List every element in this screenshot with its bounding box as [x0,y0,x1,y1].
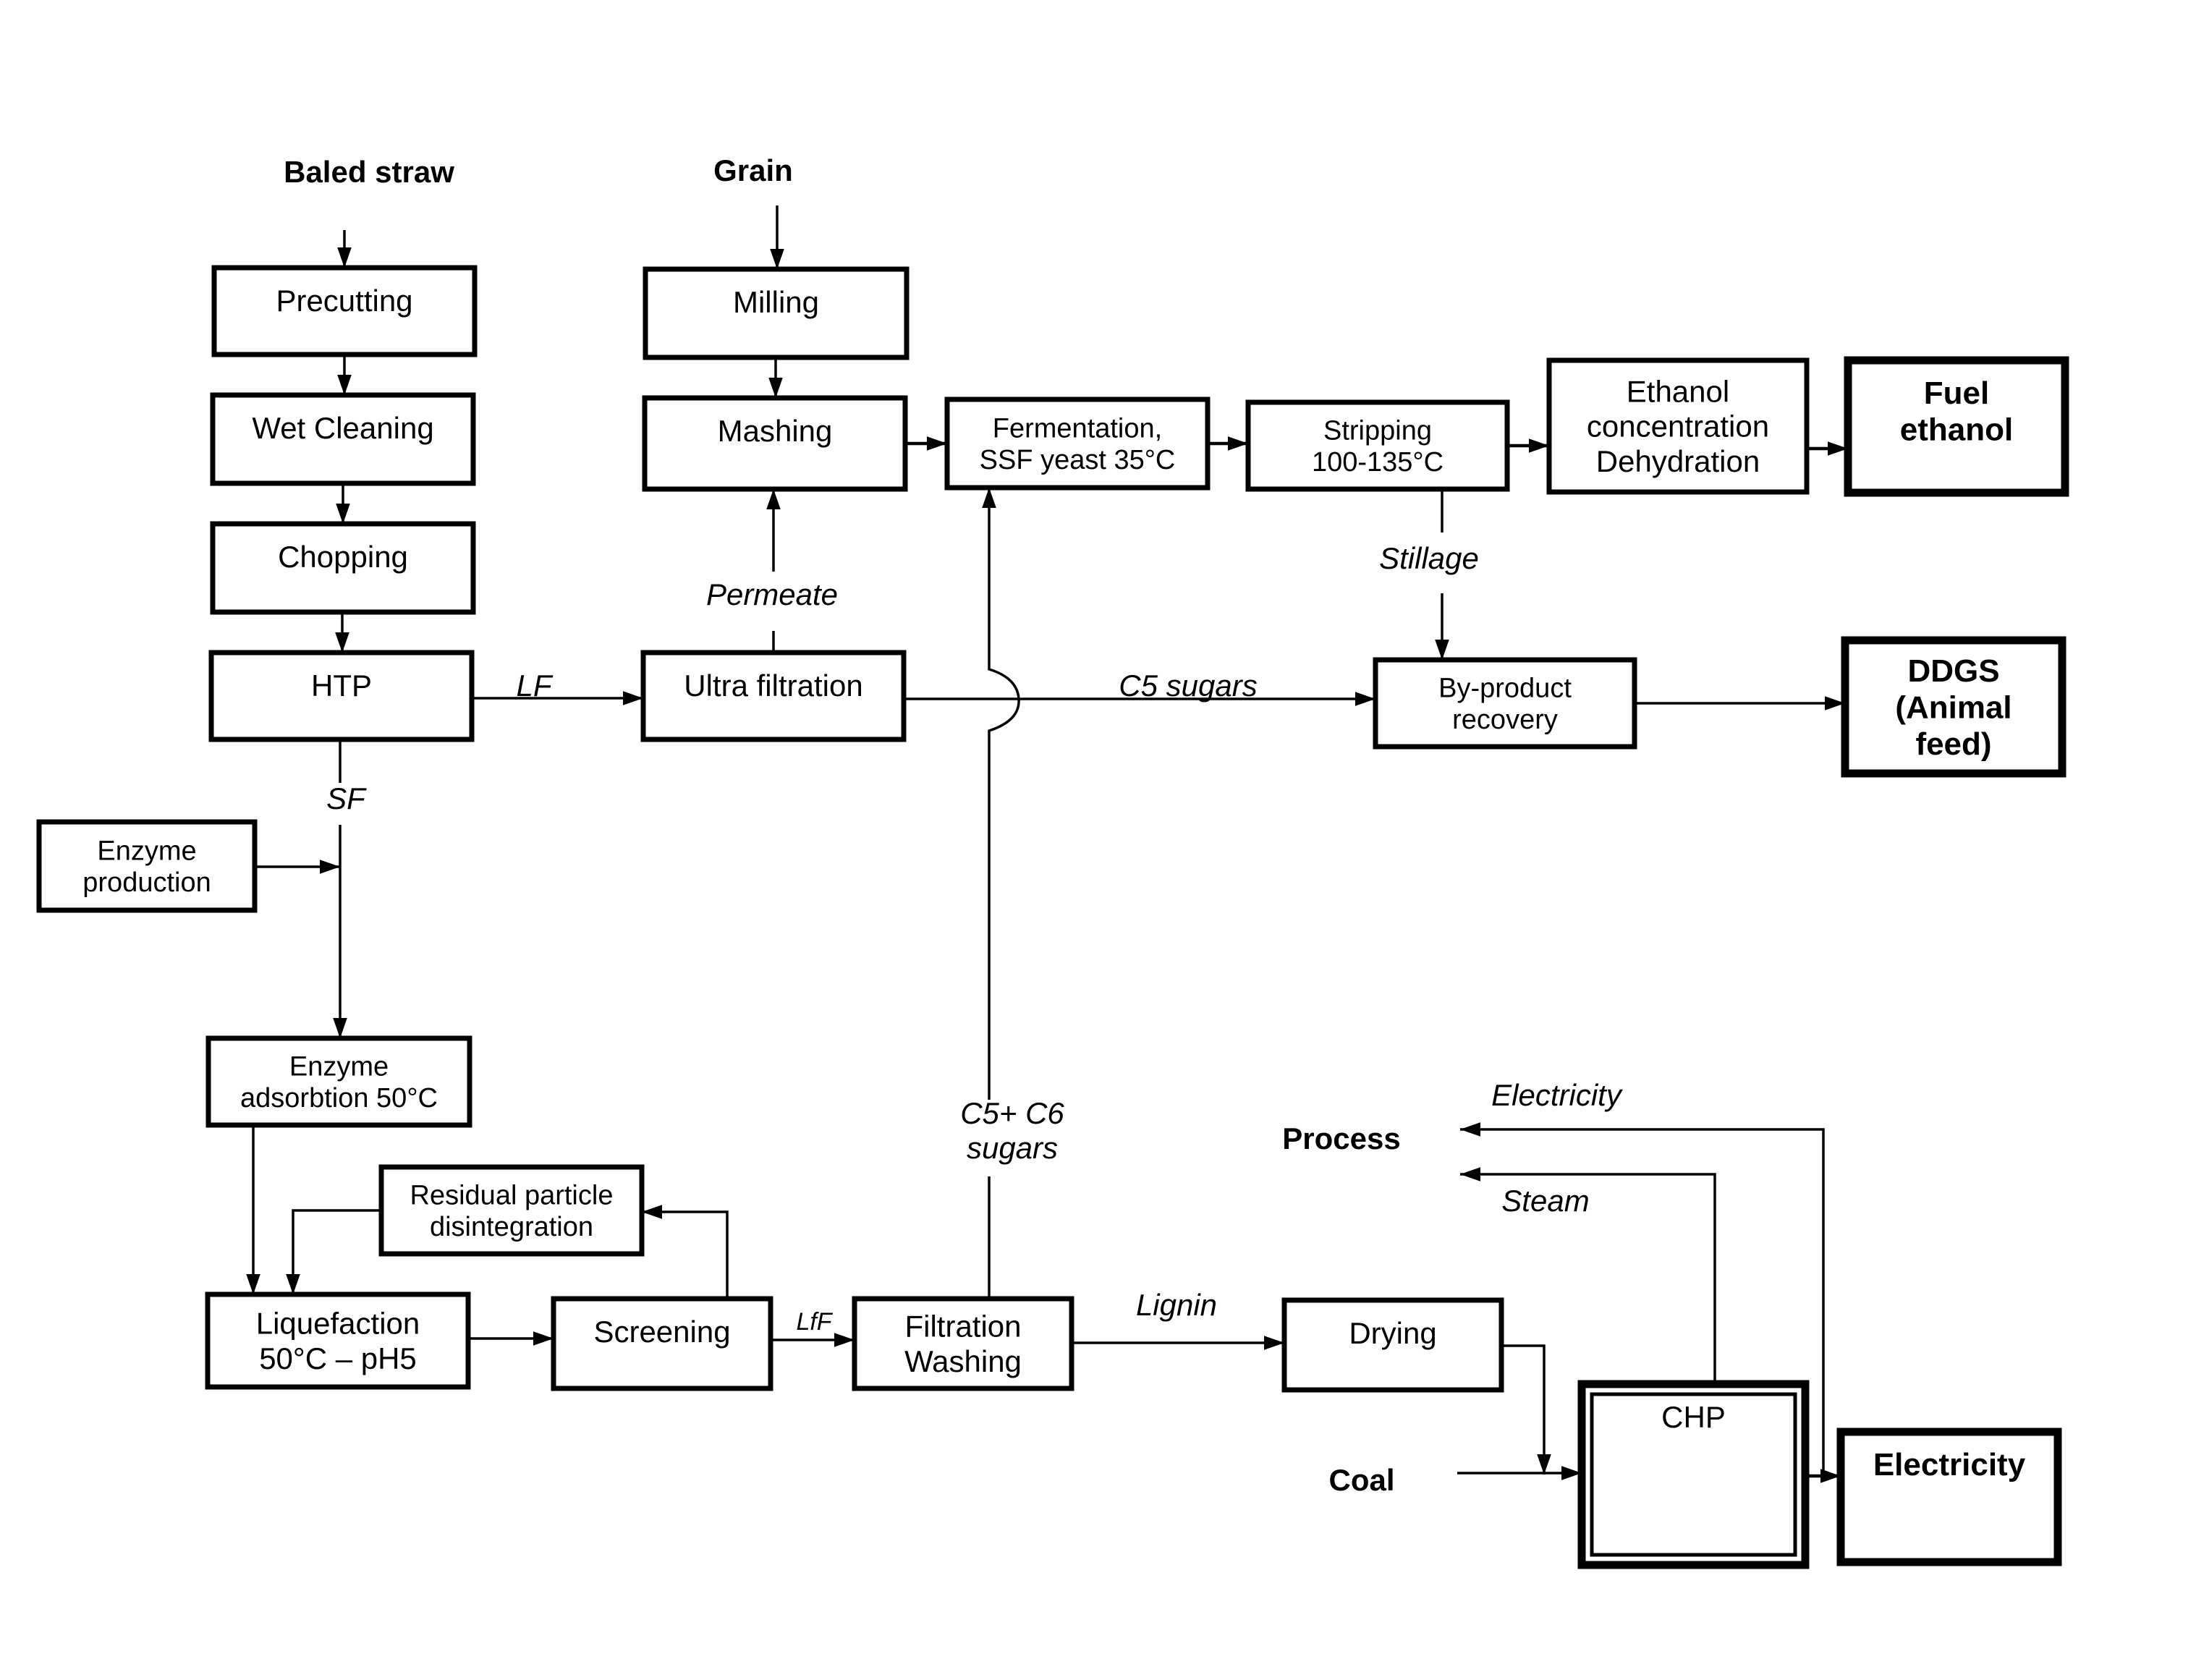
box-label: feed) [1915,726,1991,762]
box-htp: HTP [208,650,475,742]
box-label: Electricity [1873,1447,2026,1482]
box-enzyme-adsorbtion: Enzymeadsorbtion 50°C [205,1035,472,1128]
arrow-drying-to-chp [1501,1344,1551,1475]
box-wet-cleaning: Wet Cleaning [210,392,476,486]
box-label: Milling [733,285,819,319]
arrow-screening-to-residual [642,1205,729,1299]
box-stripping: Stripping100-135°C [1245,399,1510,492]
box-screening: Screening [551,1296,773,1391]
output-process: Process [1282,1121,1400,1155]
box-label: Enzyme [289,1051,389,1082]
box-chopping: Chopping [210,521,476,615]
box-label: Dehydration [1596,444,1760,478]
box-label: By-product [1438,673,1572,703]
box-mashing: Mashing [642,395,908,492]
box-label: 100-135°C [1312,447,1443,478]
box-label: Ethanol [1627,374,1729,408]
flow-label-lff: LfF [796,1308,833,1336]
box-label: SSF yeast 35°C [980,445,1176,475]
box-label: Washing [904,1344,1022,1378]
box-label: Fermentation, [993,413,1162,444]
input-coal: Coal [1328,1463,1394,1497]
box-ethanol-concentration: EthanolconcentrationDehydration [1546,357,1810,495]
box-milling: Milling [643,266,910,360]
box-drying: Drying [1281,1297,1504,1393]
box-label: Mashing [718,414,833,448]
box-ultra-filtration: Ultra filtration [640,650,907,742]
box-label: Filtration [904,1310,1021,1344]
flow-labels: Baled straw Grain Process Coal LF SF Permeate C… [284,153,1624,1497]
box-label: Chopping [278,540,408,574]
box-label: Wet Cleaning [252,411,433,445]
flow-label-permeate: Permeate [706,577,838,611]
box-fuel-ethanol: Fuelethanol [1844,356,2069,497]
flow-label-electricity: Electricity [1491,1078,1624,1112]
box-electricity: Electricity [1836,1427,2062,1566]
box-label: Precutting [276,284,412,318]
box-precutting: Precutting [211,265,478,357]
box-label: adsorbtion 50°C [240,1083,438,1113]
flow-label-steam: Steam [1501,1184,1589,1218]
box-liquefaction: Liquefaction50°C – pH5 [205,1291,471,1390]
box-label: Fuel [1924,376,1989,411]
box-residual-particle: Residual particledisintegration [378,1164,645,1257]
process-flow-diagram: Precutting Wet Cleaning Chopping HTP Milling… [36,153,2069,1569]
flow-label-c5-c6-sugars: sugars [967,1131,1058,1165]
box-label: CHP [1661,1400,1726,1434]
box-label: Liquefaction [256,1307,420,1341]
box-label: Stripping [1323,415,1432,446]
box-label: Enzyme [97,836,196,866]
arrow-c5c6-sugars-to-fermentation [982,488,1020,1100]
flow-label-stillage: Stillage [1379,541,1479,575]
box-label: recovery [1452,705,1558,735]
box-ddgs: DDGS(Animalfeed) [1841,636,2066,778]
box-fermentation: Fermentation,SSF yeast 35°C [944,396,1211,491]
process-boxes: Precutting Wet Cleaning Chopping HTP Milling… [36,265,2069,1569]
box-chp: CHP [1577,1380,1810,1569]
box-label: Drying [1349,1316,1436,1350]
box-label: (Animal [1895,690,2011,725]
box-filtration-washing: FiltrationWashing [852,1296,1074,1391]
flow-label-c5-sugars: C5 sugars [1119,669,1257,703]
box-label: concentration [1587,410,1769,444]
box-label: Residual particle [410,1180,614,1210]
box-label: HTP [311,669,372,703]
flow-label-lf: LF [516,669,553,703]
box-label: production [82,867,211,898]
box-byproduct-recovery: By-productrecovery [1373,657,1637,750]
flow-label-c5-c6-sugars: C5+ C6 [960,1096,1064,1130]
flow-label-sf: SF [326,781,367,815]
box-label: DDGS [1907,653,1999,689]
box-enzyme-production: Enzymeproduction [36,819,258,913]
arrow-residual-to-liquefaction [286,1209,381,1294]
input-baled-straw: Baled straw [284,155,454,189]
box-label: ethanol [1900,412,2013,448]
box-label: disintegration [430,1212,593,1242]
input-grain: Grain [713,153,793,187]
box-label: Ultra filtration [684,669,862,703]
flow-label-lignin: Lignin [1136,1288,1217,1322]
box-label: 50°C – pH5 [259,1341,417,1375]
box-label: Screening [593,1315,730,1349]
